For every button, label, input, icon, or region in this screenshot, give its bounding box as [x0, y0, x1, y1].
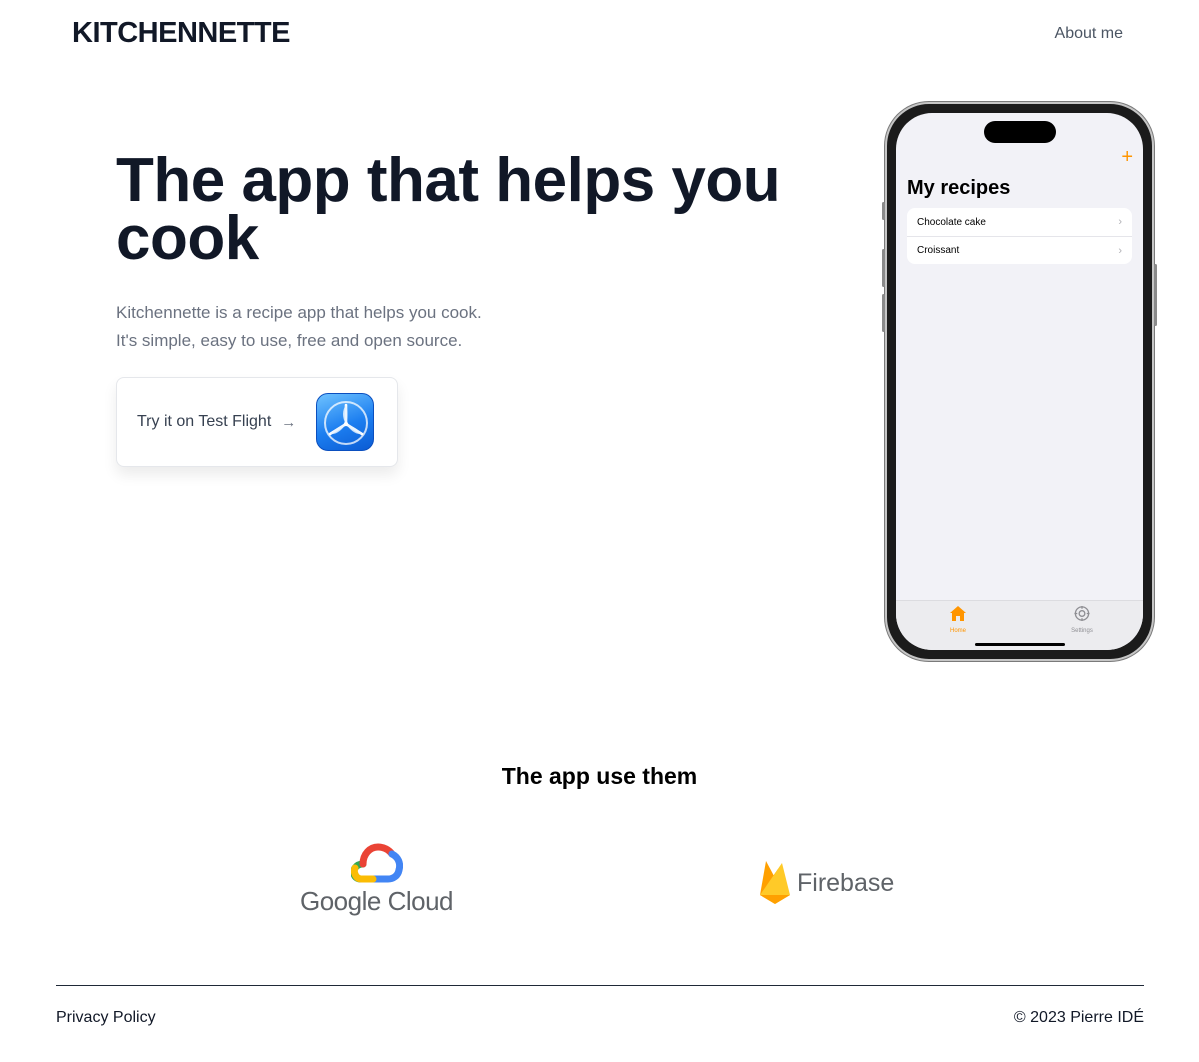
firebase-wordmark: Firebase	[797, 869, 895, 897]
testflight-app-icon	[316, 393, 374, 451]
testflight-button-label: Try it on Test Flight	[137, 413, 272, 430]
nav-about-link[interactable]: About me	[1055, 25, 1123, 43]
google-cloud-icon	[351, 843, 403, 883]
add-recipe-icon[interactable]: +	[1121, 147, 1133, 167]
tech-section-title: The app use them	[501, 763, 698, 789]
list-item[interactable]: Croissant ›	[907, 236, 1132, 264]
house-icon	[928, 605, 988, 625]
hero-description-line-2: It's simple, easy to use, free and open …	[116, 331, 463, 350]
arrow-right-icon: →	[281, 413, 297, 431]
tab-settings[interactable]: Settings	[1052, 605, 1112, 634]
footer-divider	[56, 985, 1144, 986]
tab-settings-label: Settings	[1071, 628, 1093, 634]
firebase-logo: Firebase	[758, 859, 898, 907]
hero-description: Kitchennette is a recipe app that helps …	[116, 299, 482, 355]
iphone-mockup: + My recipes Chocolate cake › Croissant …	[882, 102, 1157, 661]
gear-icon	[1052, 605, 1112, 625]
recipe-name: Chocolate cake	[917, 216, 986, 228]
privacy-policy-link[interactable]: Privacy Policy	[56, 1009, 156, 1027]
google-cloud-logo: Google Cloud	[300, 843, 455, 919]
testflight-button[interactable]: Try it on Test Flight →	[116, 377, 398, 467]
tab-bar: Home Settings	[896, 600, 1143, 650]
home-indicator	[975, 643, 1065, 646]
hero-description-line-1: Kitchennette is a recipe app that helps …	[116, 303, 482, 322]
brand-logo[interactable]: KITCHENNETTE	[72, 17, 290, 50]
recipe-list: Chocolate cake › Croissant ›	[907, 208, 1132, 264]
hero-title: The app that helps you cook	[116, 146, 781, 273]
phone-screen: + My recipes Chocolate cake › Croissant …	[896, 113, 1143, 650]
recipes-title: My recipes	[907, 177, 1011, 199]
recipe-name: Croissant	[917, 245, 960, 256]
tab-home-label: Home	[949, 628, 966, 634]
tab-home[interactable]: Home	[928, 605, 988, 634]
chevron-right-icon: ›	[1118, 216, 1122, 228]
firebase-flame-icon	[760, 861, 790, 904]
chevron-right-icon: ›	[1118, 244, 1122, 257]
list-item[interactable]: Chocolate cake ›	[907, 208, 1132, 236]
google-cloud-wordmark: Google Cloud	[300, 886, 454, 916]
dynamic-island	[984, 121, 1056, 143]
copyright-text: © 2023 Pierre IDÉ	[1013, 1009, 1144, 1026]
